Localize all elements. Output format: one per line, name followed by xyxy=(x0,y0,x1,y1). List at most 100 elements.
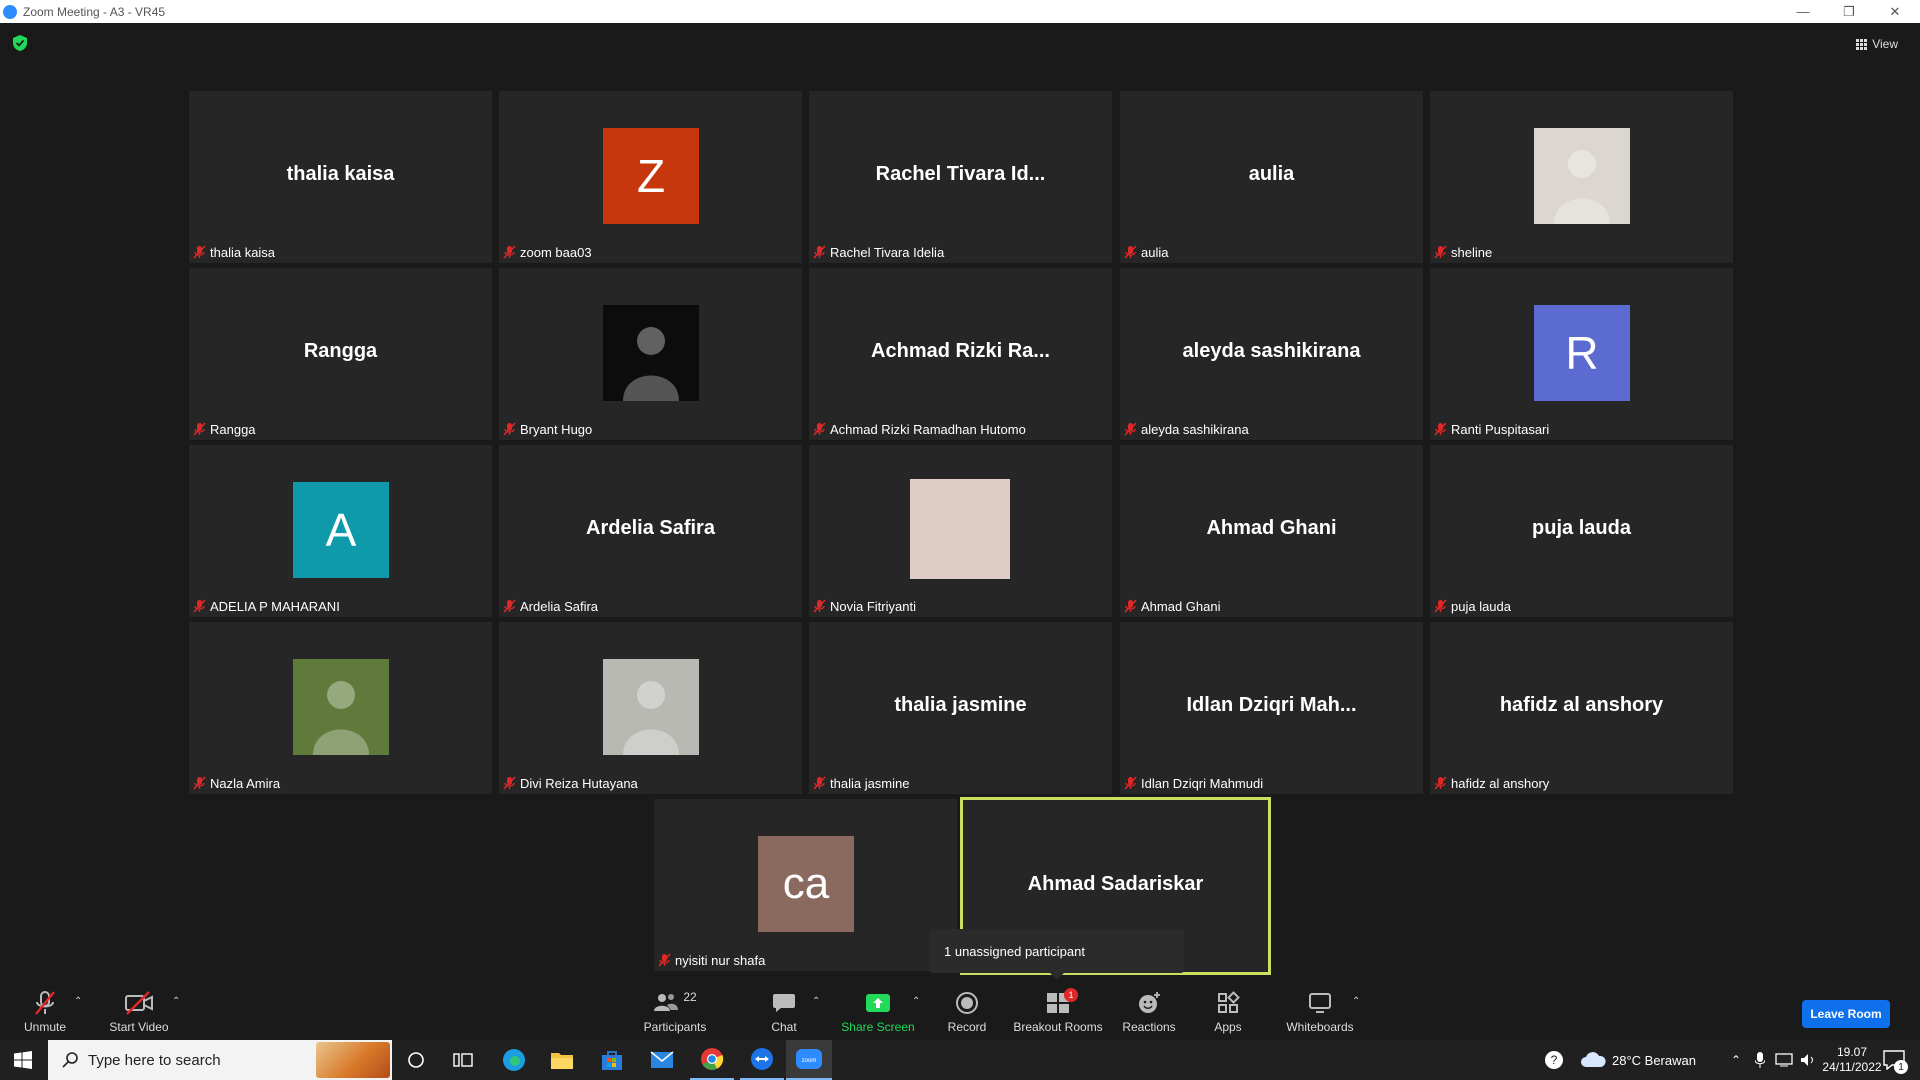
participant-avatar: R xyxy=(1534,305,1630,401)
participant-name-label: Novia Fitriyanti xyxy=(813,597,916,615)
participant-tile[interactable]: Divi Reiza Hutayana xyxy=(499,622,802,794)
unmute-button[interactable]: Unmute xyxy=(16,980,74,1040)
participants-count: 22 xyxy=(683,990,697,1004)
notification-count: 1 xyxy=(1894,1060,1908,1074)
muted-mic-icon xyxy=(1124,599,1137,613)
microsoft-store-icon[interactable] xyxy=(592,1040,632,1080)
participant-display-name: thalia jasmine xyxy=(894,694,1027,716)
share-screen-button[interactable]: Share Screen xyxy=(838,980,918,1040)
record-button[interactable]: Record xyxy=(942,980,992,1040)
mail-icon[interactable] xyxy=(642,1040,682,1080)
file-explorer-icon[interactable] xyxy=(542,1040,582,1080)
participant-name: Ardelia Safira xyxy=(520,598,599,614)
participant-photo xyxy=(910,479,1010,579)
leave-room-button[interactable]: Leave Room xyxy=(1802,1000,1890,1028)
participant-tile[interactable]: ca nyisiti nur shafa xyxy=(654,799,957,971)
smiley-icon xyxy=(1137,990,1161,1016)
participant-tile[interactable]: Bryant Hugo xyxy=(499,268,802,440)
participant-name: thalia kaisa xyxy=(210,244,276,260)
whiteboards-button[interactable]: Whiteboards xyxy=(1280,980,1360,1040)
participant-tile[interactable]: R Ranti Puspitasari xyxy=(1430,268,1733,440)
muted-mic-icon xyxy=(813,776,826,790)
participant-tile[interactable]: Idlan Dziqri Mah... Idlan Dziqri Mahmudi xyxy=(1120,622,1423,794)
participant-tile[interactable]: Ahmad Ghani Ahmad Ghani xyxy=(1120,445,1423,617)
participant-name-label: Rangga xyxy=(193,420,256,438)
network-icon[interactable] xyxy=(1772,1040,1796,1080)
participant-tile[interactable]: Novia Fitriyanti xyxy=(809,445,1112,617)
participant-tile[interactable]: A ADELIA P MAHARANI xyxy=(189,445,492,617)
start-video-button[interactable]: Start Video xyxy=(104,980,174,1040)
participant-tile[interactable]: thalia jasmine thalia jasmine xyxy=(809,622,1112,794)
muted-mic-icon xyxy=(193,599,206,613)
zoom-taskbar-icon[interactable]: zoom xyxy=(786,1040,832,1080)
muted-mic-icon xyxy=(503,776,516,790)
participant-name-label: thalia kaisa xyxy=(193,243,275,261)
video-options-caret-icon[interactable]: ⌃ xyxy=(172,996,180,1007)
restore-icon[interactable]: ❐ xyxy=(1826,0,1872,23)
participant-name-label: Ranti Puspitasari xyxy=(1434,420,1549,438)
chrome-icon[interactable] xyxy=(690,1040,734,1080)
participant-tile[interactable]: puja lauda puja lauda xyxy=(1430,445,1733,617)
participants-button[interactable]: 22 Participants xyxy=(640,980,710,1040)
notifications-icon[interactable]: 1 xyxy=(1874,1040,1914,1080)
window-title: Zoom Meeting - A3 - VR45 xyxy=(23,4,166,19)
chat-options-caret-icon[interactable]: ⌃ xyxy=(812,996,820,1007)
muted-mic-icon xyxy=(1434,245,1447,259)
svg-text:zoom: zoom xyxy=(802,1058,817,1064)
microphone-tray-icon[interactable] xyxy=(1750,1040,1770,1080)
participant-tile[interactable]: Zzoom baa03 xyxy=(499,91,802,263)
start-video-label: Start Video xyxy=(109,1020,169,1034)
task-view-icon[interactable] xyxy=(446,1040,480,1080)
participant-tile[interactable]: sheline xyxy=(1430,91,1733,263)
apps-button[interactable]: Apps xyxy=(1208,980,1248,1040)
reactions-button[interactable]: Reactions xyxy=(1120,980,1178,1040)
view-button[interactable]: View xyxy=(1856,33,1898,55)
muted-mic-icon xyxy=(1434,776,1447,790)
breakout-rooms-button[interactable]: 1 Breakout Rooms xyxy=(1012,980,1104,1040)
help-icon[interactable]: ? xyxy=(1540,1040,1568,1080)
participant-name-label: Bryant Hugo xyxy=(503,420,592,438)
muted-mic-icon xyxy=(1434,422,1447,436)
participant-name: Divi Reiza Hutayana xyxy=(520,775,638,791)
participant-display-name: Rangga xyxy=(303,340,378,362)
svg-text:?: ? xyxy=(1551,1053,1558,1067)
unassigned-participant-tooltip: 1 unassigned participant xyxy=(930,929,1184,980)
participant-tile[interactable]: Rangga Rangga xyxy=(189,268,492,440)
whiteboard-options-caret-icon[interactable]: ⌃ xyxy=(1352,996,1360,1007)
participant-name-label: puja lauda xyxy=(1434,597,1511,615)
muted-mic-icon xyxy=(1124,245,1137,259)
show-hidden-icons-icon[interactable]: ⌃ xyxy=(1728,1040,1744,1080)
participant-tile[interactable]: Rachel Tivara Id... Rachel Tivara Idelia xyxy=(809,91,1112,263)
participant-tile[interactable]: Nazla Amira xyxy=(189,622,492,794)
whiteboards-label: Whiteboards xyxy=(1286,1020,1354,1034)
teamviewer-icon[interactable] xyxy=(740,1040,784,1080)
weather-widget[interactable]: 28°C Berawan xyxy=(1580,1040,1710,1080)
edge-browser-icon[interactable] xyxy=(494,1040,534,1080)
audio-options-caret-icon[interactable]: ⌃ xyxy=(74,996,82,1007)
record-icon xyxy=(955,990,979,1016)
cortana-icon[interactable] xyxy=(400,1040,432,1080)
participant-name-label: Divi Reiza Hutayana xyxy=(503,774,638,792)
participant-photo xyxy=(293,659,389,755)
minimize-icon[interactable]: — xyxy=(1780,0,1826,23)
participant-name: puja lauda xyxy=(1451,598,1511,614)
participant-tile[interactable]: Ardelia Safira Ardelia Safira xyxy=(499,445,802,617)
participant-display-name: Rachel Tivara Id... xyxy=(875,163,1046,185)
participant-tile[interactable]: thalia kaisa thalia kaisa xyxy=(189,91,492,263)
participant-name-label: Idlan Dziqri Mahmudi xyxy=(1124,774,1263,792)
participant-tile[interactable]: aulia aulia xyxy=(1120,91,1423,263)
participant-tile[interactable]: Achmad Rizki Ra... Achmad Rizki Ramadhan … xyxy=(809,268,1112,440)
meeting-toolbar: Unmute ⌃ Start Video ⌃ 22 Participants C… xyxy=(0,980,1920,1040)
participant-name: aleyda sashikirana xyxy=(1141,421,1249,437)
volume-icon[interactable] xyxy=(1798,1040,1818,1080)
close-icon[interactable]: ✕ xyxy=(1872,0,1918,23)
chat-button[interactable]: Chat xyxy=(762,980,806,1040)
share-options-caret-icon[interactable]: ⌃ xyxy=(912,996,920,1007)
windows-start-icon[interactable] xyxy=(0,1040,46,1080)
taskbar-search-input[interactable]: Type here to search xyxy=(48,1040,392,1080)
participant-tile[interactable]: aleyda sashikirana aleyda sashikirana xyxy=(1120,268,1423,440)
participant-tile[interactable]: hafidz al anshory hafidz al anshory xyxy=(1430,622,1733,794)
encryption-shield-icon[interactable] xyxy=(13,35,27,51)
muted-mic-icon xyxy=(503,245,516,259)
participant-avatar: ca xyxy=(758,836,854,932)
